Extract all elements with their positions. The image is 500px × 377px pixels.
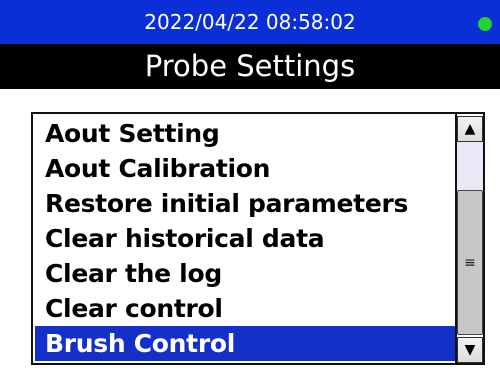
grip-lines-icon: ≡ — [464, 254, 476, 271]
scroll-thumb[interactable]: ≡ — [457, 190, 483, 335]
scroll-down-button[interactable]: ▼ — [457, 337, 483, 363]
menu-item-aout-setting[interactable]: Aout Setting — [35, 116, 455, 151]
scroll-track[interactable] — [457, 142, 483, 190]
menu-item-clear-historical-data[interactable]: Clear historical data — [35, 221, 455, 256]
triangle-down-icon: ▼ — [464, 342, 476, 358]
settings-menu-list: Aout Setting Aout Calibration Restore in… — [35, 116, 455, 363]
menu-item-restore-initial-parameters[interactable]: Restore initial parameters — [35, 186, 455, 221]
menu-panel: Aout Setting Aout Calibration Restore in… — [31, 112, 485, 365]
status-led-icon — [478, 17, 492, 31]
menu-item-brush-control[interactable]: Brush Control — [35, 326, 455, 361]
menu-item-clear-the-log[interactable]: Clear the log — [35, 256, 455, 291]
menu-item-aout-calibration[interactable]: Aout Calibration — [35, 151, 455, 186]
datetime-display: 2022/04/22 08:58:02 — [144, 10, 356, 34]
page-title: Probe Settings — [144, 49, 356, 83]
triangle-up-icon: ▲ — [464, 121, 476, 137]
menu-scrollbar[interactable]: ▲ ≡ ▼ — [455, 114, 483, 363]
menu-item-clear-control[interactable]: Clear control — [35, 291, 455, 326]
scroll-up-button[interactable]: ▲ — [457, 116, 483, 142]
